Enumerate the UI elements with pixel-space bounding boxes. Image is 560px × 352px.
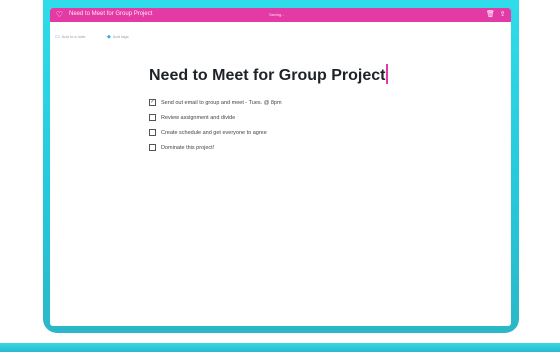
tags-label: Add tags xyxy=(112,34,129,39)
notebook-label: Add to a note xyxy=(61,34,86,39)
checkbox[interactable] xyxy=(149,114,156,121)
checklist-item: Review assignment and divide xyxy=(149,110,469,125)
checklist-item: ✓ Send out email to group and meet - Tue… xyxy=(149,95,469,110)
title-bar: ♡ Need to Meet for Group Project Saving.… xyxy=(50,8,511,22)
checklist-item: Create schedule and get everyone to agre… xyxy=(149,125,469,140)
note-title[interactable]: Need to Meet for Group Project xyxy=(149,64,385,88)
checkbox-checked[interactable]: ✓ xyxy=(149,99,156,106)
checklist-item-text[interactable]: Send out email to group and meet - Tues.… xyxy=(161,100,282,106)
text-caret xyxy=(386,64,389,85)
checklist: ✓ Send out email to group and meet - Tue… xyxy=(149,95,469,155)
notebook-selector[interactable]: ▭ Add to a note xyxy=(55,33,86,41)
laptop-base xyxy=(0,343,560,352)
checklist-item-text[interactable]: Dominate this project! xyxy=(161,145,214,151)
window-title: Need to Meet for Group Project xyxy=(69,11,153,17)
checklist-item: Dominate this project! xyxy=(149,140,469,155)
tag-icon: ◆ xyxy=(107,34,111,40)
save-status: Saving... xyxy=(269,12,285,17)
tags-selector[interactable]: ◆ Add tags xyxy=(107,33,129,41)
note-body[interactable]: Need to Meet for Group Project ✓ Send ou… xyxy=(149,64,469,155)
heart-icon[interactable]: ♡ xyxy=(55,10,64,19)
checklist-item-text[interactable]: Review assignment and divide xyxy=(161,115,235,121)
checkbox[interactable] xyxy=(149,144,156,151)
checkbox[interactable] xyxy=(149,129,156,136)
trash-icon[interactable]: 🗑 xyxy=(486,10,495,19)
share-icon[interactable]: ⇪ xyxy=(498,10,507,19)
app-window: ♡ Need to Meet for Group Project Saving.… xyxy=(50,8,511,326)
checklist-item-text[interactable]: Create schedule and get everyone to agre… xyxy=(161,130,267,136)
notebook-icon: ▭ xyxy=(55,34,60,40)
